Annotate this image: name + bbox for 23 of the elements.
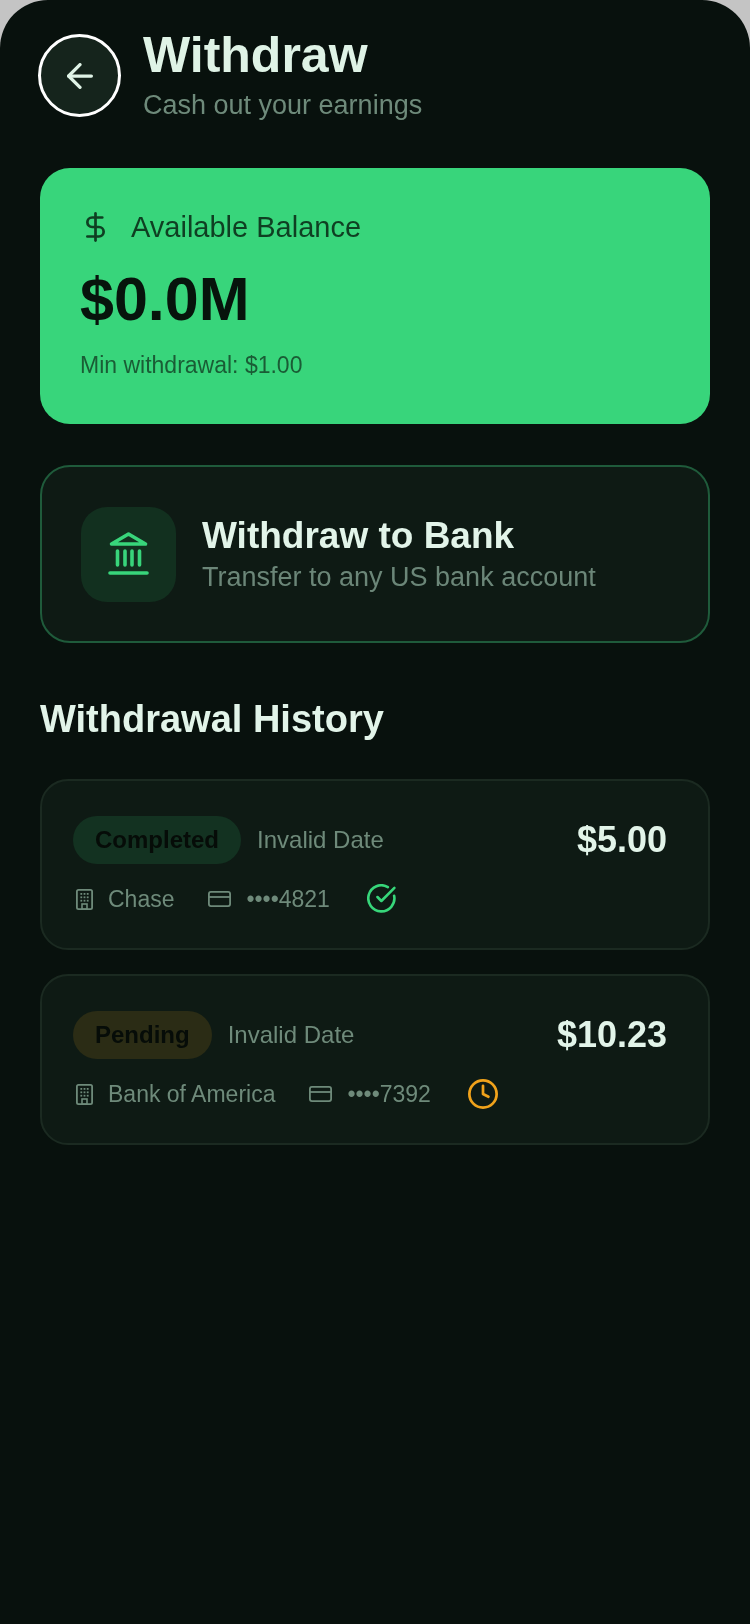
account-number: ••••4821: [246, 885, 330, 913]
withdraw-to-bank-card[interactable]: Withdraw to Bank Transfer to any US bank account: [40, 465, 710, 643]
section-heading: Withdrawal History: [40, 697, 385, 741]
withdrawal-amount: $5.00: [576, 819, 667, 861]
credit-card-icon: [208, 891, 232, 907]
dollar-icon: [86, 212, 105, 242]
min-withdrawal-text: Min withdrawal: $1.00: [80, 351, 304, 379]
building-icon: [76, 888, 93, 910]
bank-option-title: Withdraw to Bank: [202, 515, 516, 557]
bank-icon: [81, 506, 176, 602]
credit-card-icon: [309, 1086, 333, 1102]
bank-name: Bank of America: [108, 1080, 276, 1108]
bank-name: Chase: [108, 885, 175, 913]
account-number: ••••7392: [347, 1080, 431, 1108]
balance-label: Available Balance: [131, 210, 362, 244]
page-subtitle: Cash out your earnings: [143, 89, 423, 121]
building-icon: [76, 1083, 93, 1105]
withdrawal-date: Invalid Date: [257, 826, 384, 854]
withdrawal-date: Invalid Date: [227, 1021, 355, 1049]
bank-option-subtitle: Transfer to any US bank account: [202, 561, 596, 593]
page-title: Withdraw: [143, 30, 369, 80]
withdrawal-amount: $10.23: [556, 1014, 667, 1056]
balance-amount: $0.0M: [80, 267, 251, 331]
